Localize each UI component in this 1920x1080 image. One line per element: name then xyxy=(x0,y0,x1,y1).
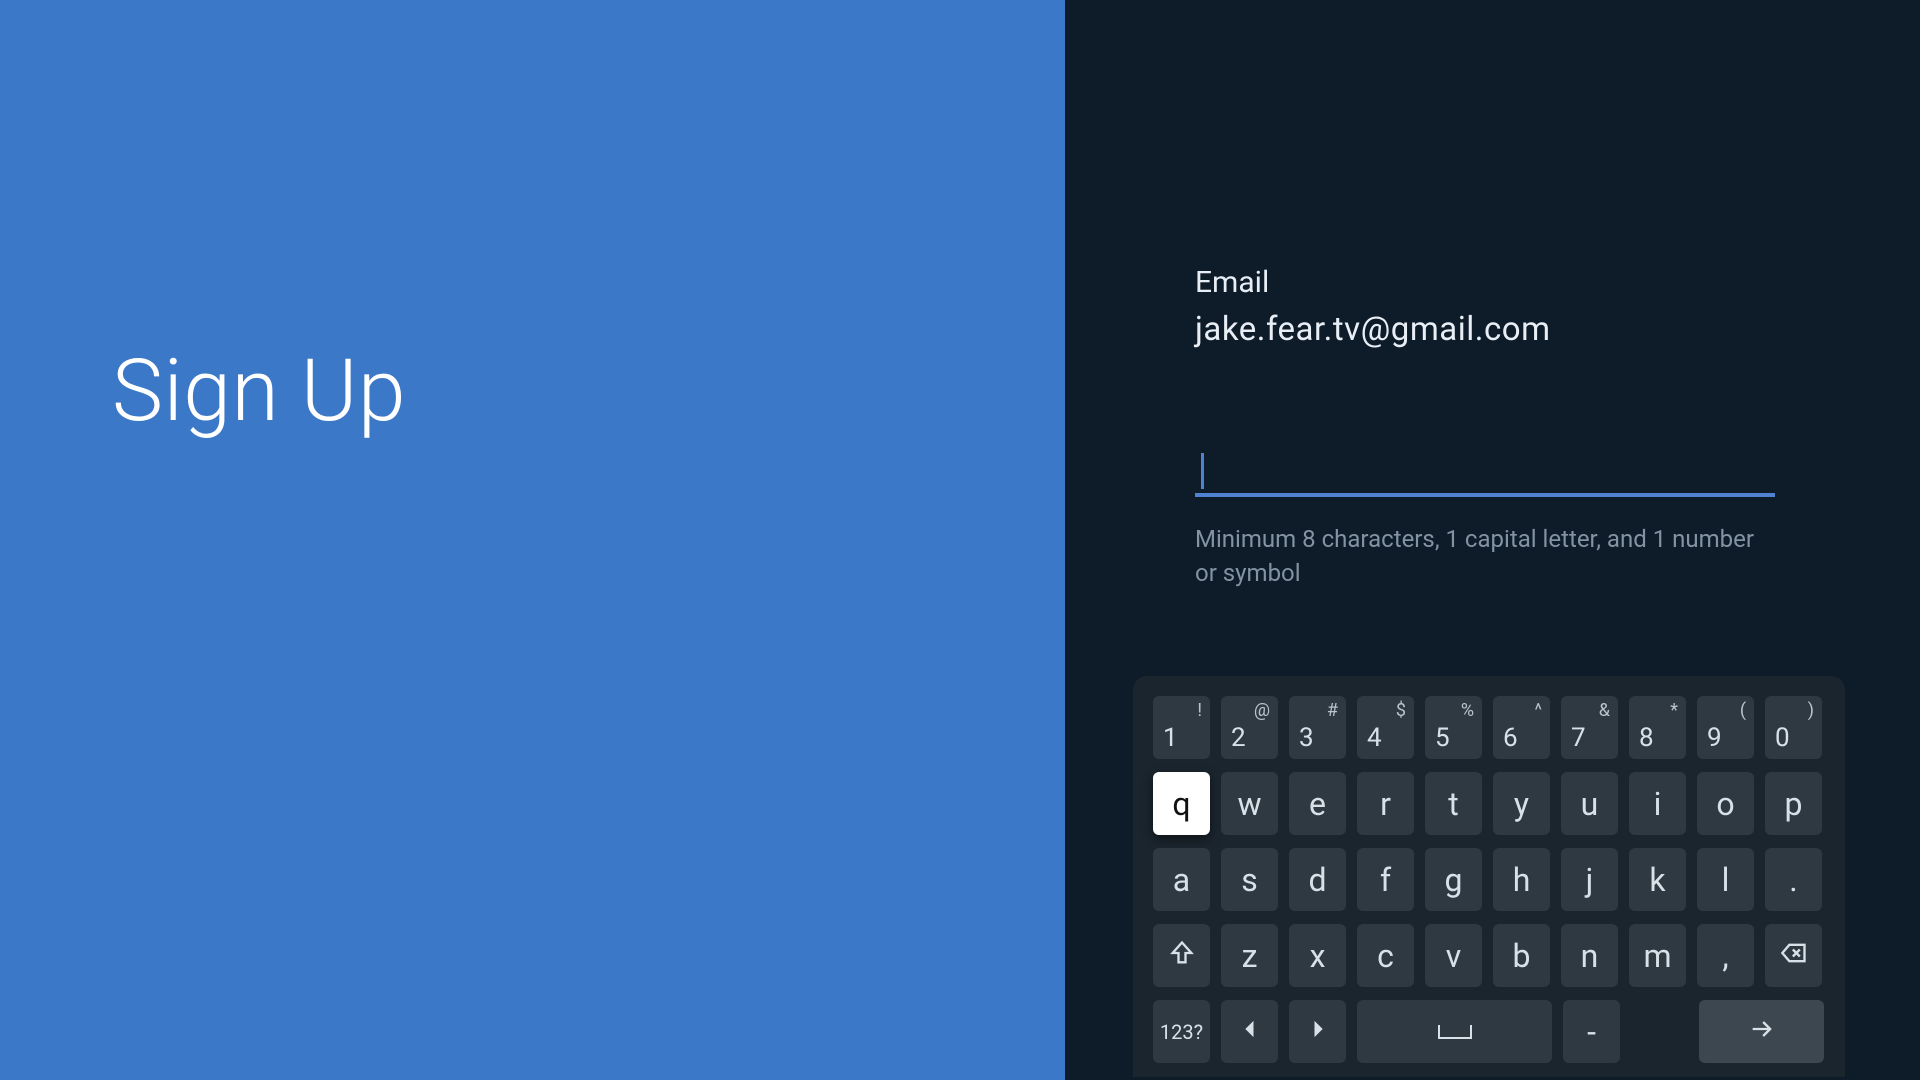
key-main-label: 8 xyxy=(1639,723,1654,753)
key-comma[interactable]: , xyxy=(1697,924,1754,987)
key-p[interactable]: p xyxy=(1765,772,1822,835)
email-label: Email xyxy=(1195,265,1775,300)
key-r[interactable]: r xyxy=(1357,772,1414,835)
key-t[interactable]: t xyxy=(1425,772,1482,835)
key-sup-label: * xyxy=(1670,700,1678,721)
key-m[interactable]: m xyxy=(1629,924,1686,987)
signup-form: Email jake.fear.tv@gmail.com Minimum 8 c… xyxy=(1195,265,1775,590)
key-s[interactable]: s xyxy=(1221,848,1278,911)
key-4[interactable]: 4$ xyxy=(1357,696,1414,759)
key-n[interactable]: n xyxy=(1561,924,1618,987)
key-d[interactable]: d xyxy=(1289,848,1346,911)
key-sup-label: & xyxy=(1599,700,1610,721)
key-h[interactable]: h xyxy=(1493,848,1550,911)
key-0[interactable]: 0) xyxy=(1765,696,1822,759)
key-x[interactable]: x xyxy=(1289,924,1346,987)
key-w[interactable]: w xyxy=(1221,772,1278,835)
key-b[interactable]: b xyxy=(1493,924,1550,987)
key-mode-toggle[interactable]: 123? xyxy=(1153,1000,1210,1063)
key-dash[interactable]: - xyxy=(1563,1000,1620,1063)
keyboard-row-1: 1!2@3#4$5%6^7&8*9(0) xyxy=(1153,696,1825,759)
key-2[interactable]: 2@ xyxy=(1221,696,1278,759)
key-5[interactable]: 5% xyxy=(1425,696,1482,759)
key-main-label: 6 xyxy=(1503,723,1518,753)
key-z[interactable]: z xyxy=(1221,924,1278,987)
key-cursor-right[interactable] xyxy=(1289,1000,1346,1063)
key-sup-label: ) xyxy=(1808,700,1814,721)
text-caret xyxy=(1201,453,1204,489)
onscreen-keyboard: 1!2@3#4$5%6^7&8*9(0) qwertyuiop asdfghjk… xyxy=(1133,676,1845,1077)
password-field-container xyxy=(1195,449,1775,497)
key-g[interactable]: g xyxy=(1425,848,1482,911)
shift-icon xyxy=(1168,937,1196,975)
key-7[interactable]: 7& xyxy=(1561,696,1618,759)
key-f[interactable]: f xyxy=(1357,848,1414,911)
key-8[interactable]: 8* xyxy=(1629,696,1686,759)
key-a[interactable]: a xyxy=(1153,848,1210,911)
key-sup-label: % xyxy=(1461,700,1474,721)
key-o[interactable]: o xyxy=(1697,772,1754,835)
key-main-label: 7 xyxy=(1571,723,1586,753)
key-q[interactable]: q xyxy=(1153,772,1210,835)
key-cursor-left[interactable] xyxy=(1221,1000,1278,1063)
email-value: jake.fear.tv@gmail.com xyxy=(1195,310,1775,349)
key-y[interactable]: y xyxy=(1493,772,1550,835)
key-1[interactable]: 1! xyxy=(1153,696,1210,759)
arrow-right-icon xyxy=(1748,1013,1776,1051)
key-sup-label: @ xyxy=(1254,700,1270,721)
key-sup-label: # xyxy=(1327,700,1338,721)
key-sup-label: ( xyxy=(1740,700,1746,721)
key-9[interactable]: 9( xyxy=(1697,696,1754,759)
key-backspace[interactable] xyxy=(1765,924,1822,987)
caret-left-icon xyxy=(1236,1013,1264,1051)
caret-right-icon xyxy=(1304,1013,1332,1051)
key-main-label: 0 xyxy=(1775,723,1790,753)
key-main-label: 2 xyxy=(1231,723,1246,753)
keyboard-row-4: zxcvbnm, xyxy=(1153,924,1825,987)
key-main-label: 5 xyxy=(1435,723,1450,753)
key-e[interactable]: e xyxy=(1289,772,1346,835)
key-space[interactable] xyxy=(1357,1000,1552,1063)
page-title: Sign Up xyxy=(112,340,406,441)
key-main-label: 1 xyxy=(1163,723,1178,753)
keyboard-row-3: asdfghjkl. xyxy=(1153,848,1825,911)
left-panel: Sign Up xyxy=(0,0,1065,1080)
key-6[interactable]: 6^ xyxy=(1493,696,1550,759)
key-u[interactable]: u xyxy=(1561,772,1618,835)
key-main-label: 9 xyxy=(1707,723,1722,753)
key-c[interactable]: c xyxy=(1357,924,1414,987)
keyboard-row-2: qwertyuiop xyxy=(1153,772,1825,835)
password-hint: Minimum 8 characters, 1 capital letter, … xyxy=(1195,523,1775,590)
key-v[interactable]: v xyxy=(1425,924,1482,987)
keyboard-row-5: 123? - xyxy=(1153,1000,1825,1063)
key-period[interactable]: . xyxy=(1765,848,1822,911)
key-k[interactable]: k xyxy=(1629,848,1686,911)
key-sup-label: ^ xyxy=(1534,700,1542,721)
password-input[interactable] xyxy=(1195,449,1775,497)
key-main-label: 3 xyxy=(1299,723,1314,753)
key-enter[interactable] xyxy=(1699,1000,1824,1063)
key-sup-label: $ xyxy=(1396,700,1406,721)
key-j[interactable]: j xyxy=(1561,848,1618,911)
backspace-icon xyxy=(1780,937,1808,975)
key-3[interactable]: 3# xyxy=(1289,696,1346,759)
key-main-label: 4 xyxy=(1367,723,1382,753)
key-i[interactable]: i xyxy=(1629,772,1686,835)
key-l[interactable]: l xyxy=(1697,848,1754,911)
key-shift[interactable] xyxy=(1153,924,1210,987)
key-sup-label: ! xyxy=(1197,700,1202,721)
space-icon xyxy=(1438,1025,1472,1039)
